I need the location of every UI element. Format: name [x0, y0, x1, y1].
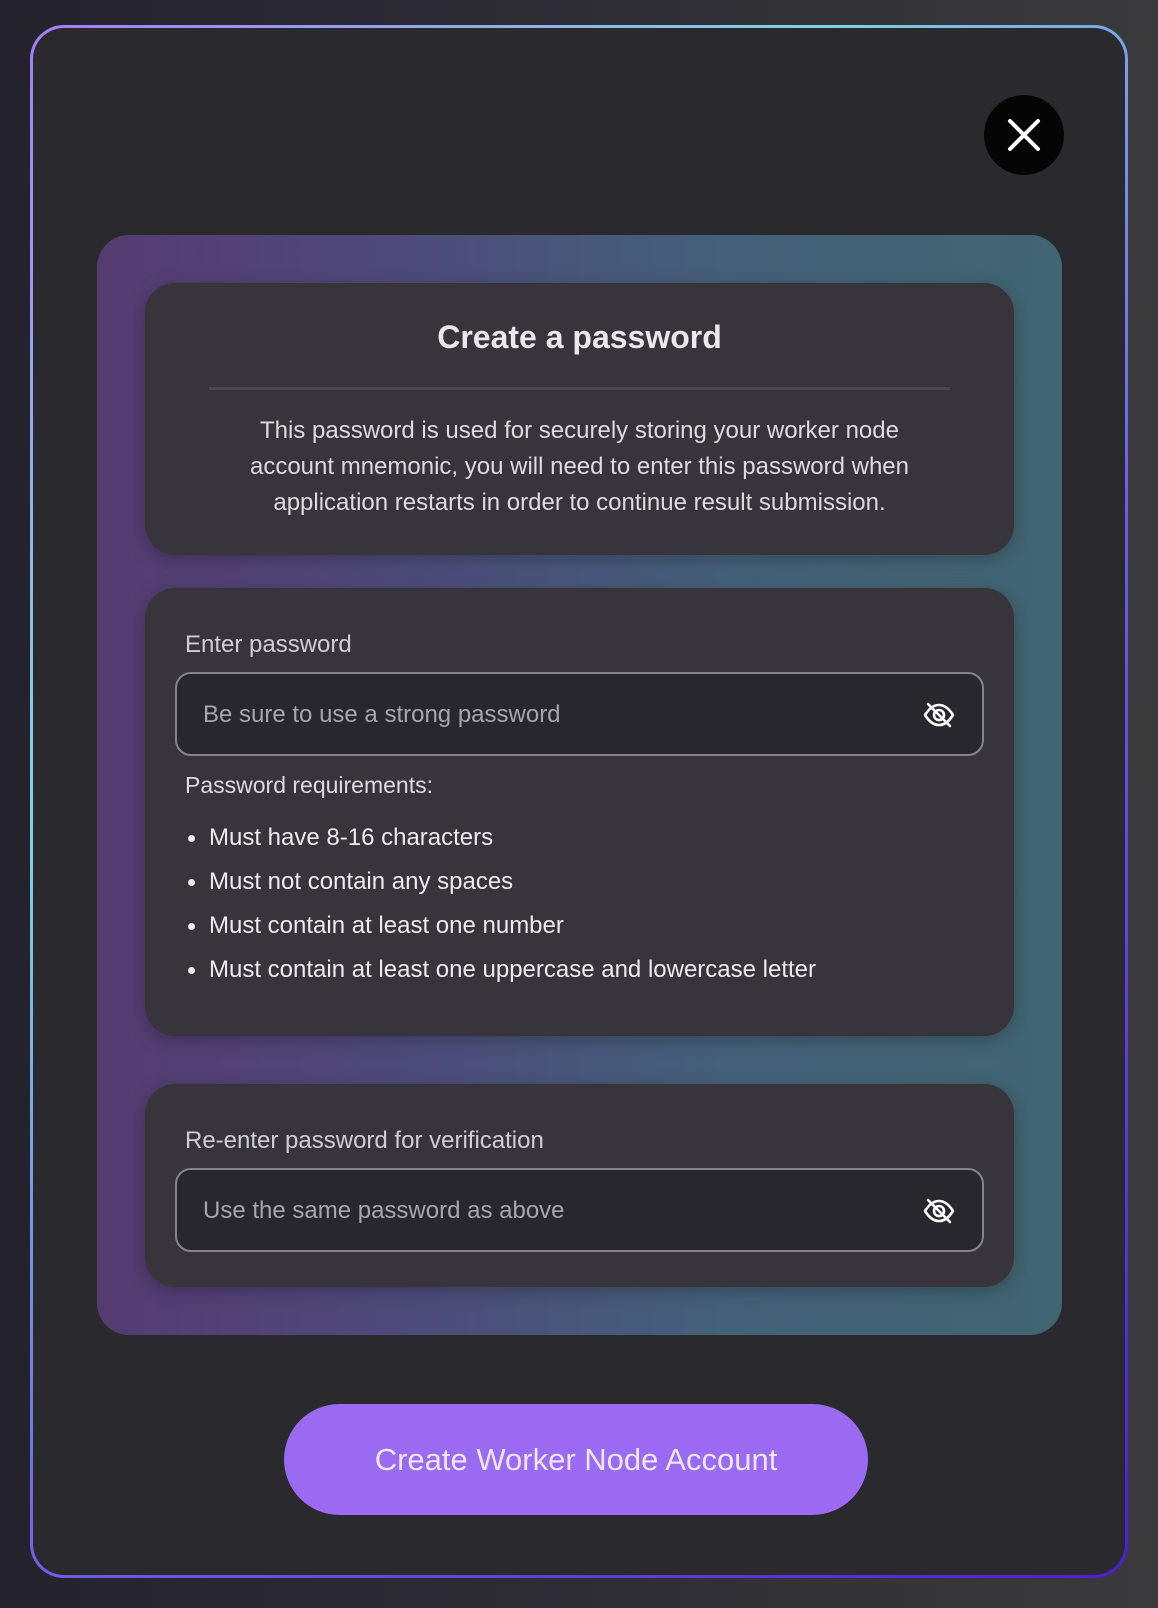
title-divider [209, 387, 950, 390]
verify-card: Re-enter password for verification [145, 1084, 1014, 1287]
close-button[interactable] [984, 95, 1064, 175]
intro-card: Create a password This password is used … [145, 283, 1014, 555]
requirement-item: Must have 8-16 characters [185, 816, 816, 860]
create-account-button[interactable]: Create Worker Node Account [284, 1404, 868, 1515]
create-password-modal: Create a password This password is used … [30, 25, 1128, 1578]
eye-off-icon[interactable] [922, 698, 956, 732]
eye-off-icon[interactable] [922, 1194, 956, 1228]
requirement-item: Must contain at least one number [185, 904, 816, 948]
password-input[interactable] [201, 674, 885, 756]
password-card: Enter password Password requirements: Mu… [145, 588, 1014, 1036]
verify-field-box [175, 1168, 984, 1252]
password-label: Enter password [185, 631, 352, 658]
password-field-box [175, 672, 984, 756]
verify-label: Re-enter password for verification [185, 1127, 544, 1154]
requirements-list: Must have 8-16 characters Must not conta… [185, 816, 816, 992]
page-title: Create a password [437, 319, 722, 355]
dialog-description: This password is used for securely stori… [249, 417, 909, 516]
close-icon [1008, 119, 1040, 151]
requirements-heading: Password requirements: [185, 772, 433, 798]
form-panel: Create a password This password is used … [97, 235, 1062, 1335]
requirement-item: Must contain at least one uppercase and … [185, 948, 816, 992]
modal-body: Create a password This password is used … [33, 28, 1125, 1575]
requirement-item: Must not contain any spaces [185, 860, 816, 904]
verify-password-input[interactable] [201, 1170, 885, 1252]
